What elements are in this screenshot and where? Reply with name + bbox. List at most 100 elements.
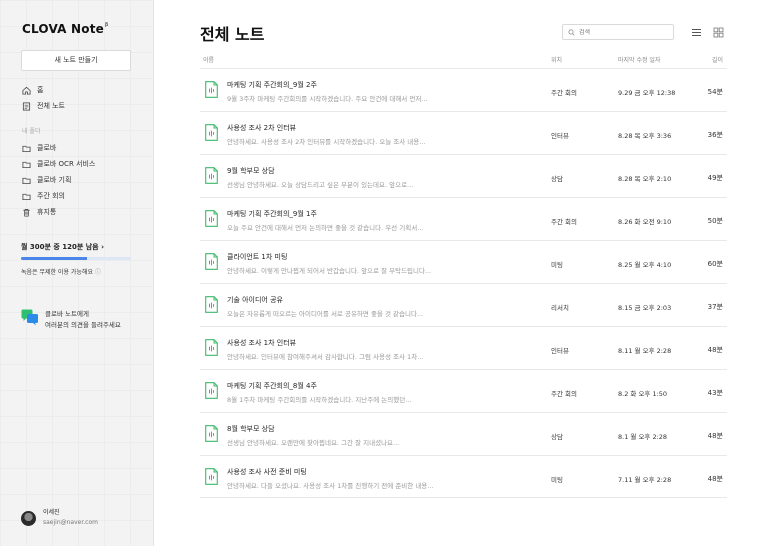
table-row[interactable]: 8월 학부모 상담 선생님 안녕하세요. 오랜만에 찾아뵙네요. 그간 잘 지내… (200, 412, 727, 455)
sidebar-item-label: 주간 회의 (37, 192, 65, 200)
sidebar-item-label: 휴지통 (37, 208, 57, 216)
audio-note-icon (205, 382, 218, 399)
note-preview: 8월 1주차 마케팅 주간회의를 시작하겠습니다. 지난주에 논의했던... (227, 396, 412, 404)
column-header-name[interactable]: 이름 (203, 55, 214, 64)
note-modified-date: 7.11 월 오후 2:28 (618, 476, 672, 484)
column-header-modified[interactable]: 마지막 수정 일자 (618, 55, 660, 64)
folder-icon (22, 193, 31, 200)
note-modified-date: 9.29 금 오후 12:38 (618, 89, 676, 97)
usage-progress-fill (21, 257, 87, 260)
info-icon[interactable]: ⓘ (95, 269, 101, 276)
note-modified-date: 8.11 월 오후 2:28 (618, 347, 672, 355)
note-length: 60분 (707, 260, 723, 268)
note-length: 48분 (707, 346, 723, 354)
app-logo[interactable]: CLOVA Noteβ (22, 22, 108, 36)
sidebar-item-home[interactable]: 홈 (22, 82, 147, 98)
sidebar-item-label: 클로바 (37, 144, 57, 152)
sidebar-item-label: 클로바 OCR 서비스 (37, 160, 96, 168)
note-title: 클라이언트 1차 미팅 (227, 253, 288, 261)
table-row[interactable]: 클라이언트 1차 미팅 안녕하세요. 이렇게 만나뵙게 되어서 반갑습니다. 앞… (200, 240, 727, 283)
sidebar-item-trash[interactable]: 휴지통 (22, 204, 147, 220)
folder-icon (22, 161, 31, 168)
user-email: saejin@naver.com (43, 519, 98, 526)
audio-note-icon (205, 167, 218, 184)
note-location: 주간 회의 (551, 89, 577, 97)
note-preview: 오늘 주요 안건에 대해서 먼저 논의하면 좋을 것 같습니다. 우선 기획서.… (227, 224, 424, 232)
note-modified-date: 8.1 월 오후 2:28 (618, 433, 668, 441)
notes-list: 마케팅 기획 주간회의_9월 2주 9월 3주차 마케팅 주간회의를 시작하겠습… (200, 68, 727, 498)
new-note-button[interactable]: 새 노트 만들기 (21, 50, 131, 71)
table-row[interactable]: 마케팅 기획 주간회의_9월 2주 9월 3주차 마케팅 주간회의를 시작하겠습… (200, 68, 727, 111)
sidebar-item-label: 전체 노트 (37, 102, 65, 110)
note-preview: 안녕하세요. 다들 오셨나요. 사용성 조사 1차를 진행하기 전에 준비한 내… (227, 482, 434, 490)
folder-icon (22, 145, 31, 152)
table-row[interactable]: 사용성 조사 2차 인터뷰 안녕하세요. 사용성 조사 2차 인터뷰를 시작하겠… (200, 111, 727, 154)
notes-table-header: 이름 위치 마지막 수정 일자 길이 (200, 55, 727, 65)
column-header-location[interactable]: 위치 (551, 55, 562, 64)
feedback-line1: 클로바 노트에게 (45, 310, 89, 318)
note-title: 9월 학부모 상담 (227, 167, 275, 175)
audio-note-icon (205, 339, 218, 356)
note-title: 마케팅 기획 주간회의_8월 4주 (227, 382, 317, 390)
feedback-link[interactable]: 클로바 노트에게 여러분의 의견을 들려주세요 (21, 309, 121, 331)
user-profile[interactable]: 이세진 saejin@naver.com (21, 508, 98, 528)
note-location: 미팅 (551, 476, 563, 484)
table-row[interactable]: 마케팅 기획 주간회의_9월 1주 오늘 주요 안건에 대해서 먼저 논의하면 … (200, 197, 727, 240)
list-view-icon[interactable] (691, 27, 702, 38)
note-title: 사용성 조사 1차 인터뷰 (227, 339, 297, 347)
audio-note-icon (205, 425, 218, 442)
chevron-right-icon: › (101, 243, 104, 251)
note-length: 43분 (707, 389, 723, 397)
note-location: 상담 (551, 433, 563, 441)
note-location: 인터뷰 (551, 347, 569, 355)
sidebar-item-folder-weekly-meeting[interactable]: 주간 회의 (22, 188, 147, 204)
note-location: 주간 회의 (551, 218, 577, 226)
sidebar-item-folder-clova[interactable]: 클로바 (22, 140, 147, 156)
note-location: 상담 (551, 175, 563, 183)
note-modified-date: 8.26 화 오전 9:10 (618, 218, 672, 226)
grid-view-icon[interactable] (713, 27, 724, 38)
user-name: 이세진 (43, 509, 60, 516)
note-title: 마케팅 기획 주간회의_9월 2주 (227, 81, 317, 89)
table-row[interactable]: 사용성 조사 1차 인터뷰 안녕하세요. 인터뷰에 참여해주셔서 감사합니다. … (200, 326, 727, 369)
main-content: 전체 노트 이름 위치 마지막 수정 일자 길이 마케팅 기획 주간회의_9월 … (154, 0, 773, 546)
note-title: 기술 아이디어 공유 (227, 296, 283, 304)
note-modified-date: 8.28 목 오후 2:10 (618, 175, 672, 183)
column-header-length[interactable]: 길이 (712, 55, 723, 64)
note-length: 48분 (707, 475, 723, 483)
usage-note: 녹음은 무제한 이용 가능해요 ⓘ (21, 269, 101, 276)
feedback-line2: 여러분의 의견을 들려주세요 (45, 321, 121, 329)
note-preview: 안녕하세요. 사용성 조사 2차 인터뷰를 시작하겠습니다. 오늘 조사 내용.… (227, 138, 426, 146)
usage-progress-bar (21, 257, 131, 260)
note-title: 마케팅 기획 주간회의_9월 1주 (227, 210, 317, 218)
usage-summary[interactable]: 월 300분 중 120분 남음 › (21, 242, 133, 252)
search-input[interactable] (579, 28, 669, 36)
table-row[interactable]: 기술 아이디어 공유 오늘은 자유롭게 떠오르는 아이디어를 서로 공유하면 좋… (200, 283, 727, 326)
sidebar-item-folder-clova-planning[interactable]: 클로바 기획 (22, 172, 147, 188)
note-location: 리서치 (551, 304, 569, 312)
note-length: 49분 (707, 174, 723, 182)
notes-icon (22, 101, 31, 111)
search-box[interactable] (562, 24, 674, 40)
note-modified-date: 8.15 금 오후 2:03 (618, 304, 672, 312)
table-row[interactable]: 사용성 조사 사전 준비 미팅 안녕하세요. 다들 오셨나요. 사용성 조사 1… (200, 455, 727, 498)
note-modified-date: 8.28 목 오후 3:36 (618, 132, 672, 140)
page-title: 전체 노트 (200, 25, 265, 44)
table-row[interactable]: 9월 학부모 상담 선생님 안녕하세요. 오늘 상담드리고 싶은 부분이 있는데… (200, 154, 727, 197)
sidebar-item-folder-clova-ocr[interactable]: 클로바 OCR 서비스 (22, 156, 147, 172)
note-length: 48분 (707, 432, 723, 440)
audio-note-icon (205, 296, 218, 313)
note-title: 8월 학부모 상담 (227, 425, 275, 433)
note-length: 36분 (707, 131, 723, 139)
note-location: 미팅 (551, 261, 563, 269)
sidebar-item-all-notes[interactable]: 전체 노트 (22, 98, 147, 114)
note-preview: 선생님 안녕하세요. 오늘 상담드리고 싶은 부분이 있는데요. 앞으로... (227, 181, 414, 189)
folder-nav: 내 폴더 클로바 클로바 OCR 서비스 클로바 기획 주간 회의 휴지통 (22, 124, 147, 220)
search-icon (568, 28, 575, 36)
avatar (21, 510, 36, 526)
sidebar-item-label: 클로바 기획 (37, 176, 72, 184)
audio-note-icon (205, 468, 218, 485)
note-preview: 선생님 안녕하세요. 오랜만에 찾아뵙네요. 그간 잘 지내셨나요... (227, 439, 400, 447)
table-row[interactable]: 마케팅 기획 주간회의_8월 4주 8월 1주차 마케팅 주간회의를 시작하겠습… (200, 369, 727, 412)
home-icon (22, 86, 31, 95)
